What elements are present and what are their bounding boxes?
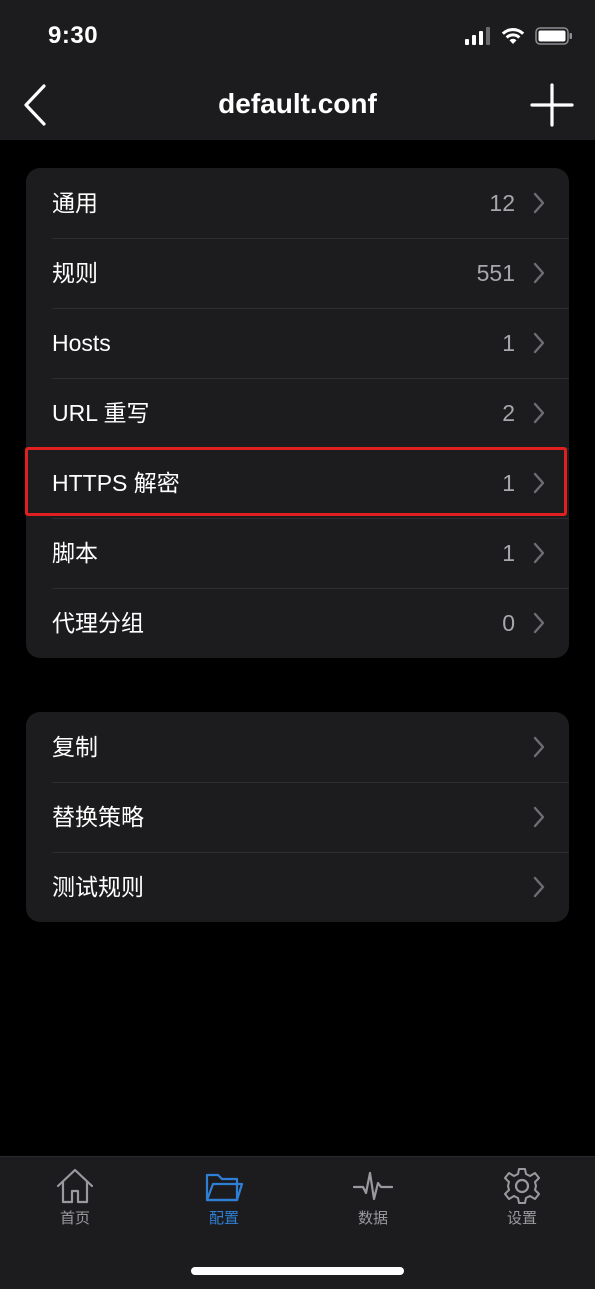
chevron-right-icon — [533, 542, 545, 564]
tab-config[interactable]: 配置 — [174, 1167, 274, 1231]
chevron-right-icon — [533, 192, 545, 214]
tab-data[interactable]: 数据 — [323, 1167, 423, 1231]
tab-label: 设置 — [506, 1210, 537, 1227]
navigation-bar: default.conf — [0, 70, 595, 140]
row-label: Hosts — [52, 330, 111, 356]
status-bar: 9:30 — [0, 0, 595, 70]
row-replace-policy[interactable]: 替换策略 — [26, 782, 569, 852]
chevron-right-icon — [533, 332, 545, 354]
row-proxy-groups[interactable]: 代理分组 0 — [26, 588, 569, 658]
add-button[interactable] — [529, 82, 575, 128]
row-rules[interactable]: 规则 551 — [26, 238, 569, 308]
row-label: HTTPS 解密 — [52, 470, 180, 496]
row-test-rules[interactable]: 测试规则 — [26, 852, 569, 922]
battery-icon — [535, 27, 572, 45]
row-label: 复制 — [52, 734, 98, 760]
chevron-left-icon — [24, 84, 46, 126]
home-icon — [56, 1168, 94, 1204]
chevron-right-icon — [533, 806, 545, 828]
chevron-right-icon — [533, 876, 545, 898]
folder-icon — [205, 1173, 244, 1202]
row-count: 1 — [502, 540, 515, 566]
tab-label: 数据 — [357, 1210, 388, 1227]
row-label: URL 重写 — [52, 400, 150, 426]
plus-icon — [530, 83, 574, 127]
config-sections-group: 通用 12 规则 551 Hosts 1 URL 重写 2 HTTPS 解密 1… — [26, 168, 569, 658]
chevron-right-icon — [533, 402, 545, 424]
row-hosts[interactable]: Hosts 1 — [26, 308, 569, 378]
tab-settings[interactable]: 设置 — [472, 1167, 572, 1231]
row-url-rewrite[interactable]: URL 重写 2 — [26, 378, 569, 448]
row-https-decryption[interactable]: HTTPS 解密 1 — [26, 448, 569, 518]
status-time: 9:30 — [48, 22, 99, 49]
tab-label: 配置 — [208, 1210, 239, 1227]
home-indicator[interactable] — [191, 1267, 404, 1275]
row-label: 替换策略 — [52, 804, 144, 830]
wifi-icon — [501, 28, 525, 44]
cellular-signal-icon — [465, 27, 490, 45]
status-icons — [465, 24, 573, 48]
tab-home[interactable]: 首页 — [25, 1167, 125, 1231]
row-label: 脚本 — [52, 540, 98, 566]
row-count: 1 — [502, 330, 515, 356]
back-button[interactable] — [20, 82, 64, 128]
row-label: 代理分组 — [52, 610, 144, 636]
page-title: default.conf — [218, 88, 377, 119]
row-label: 通用 — [52, 190, 98, 216]
tab-label: 首页 — [59, 1210, 90, 1227]
chevron-right-icon — [533, 612, 545, 634]
activity-icon — [353, 1171, 393, 1201]
row-label: 测试规则 — [52, 874, 144, 900]
chevron-right-icon — [533, 262, 545, 284]
chevron-right-icon — [533, 472, 545, 494]
chevron-right-icon — [533, 736, 545, 758]
row-count: 1 — [502, 470, 515, 496]
gear-icon — [504, 1168, 540, 1204]
row-count: 551 — [476, 260, 515, 286]
config-actions-group: 复制 替换策略 测试规则 — [26, 712, 569, 922]
row-duplicate[interactable]: 复制 — [26, 712, 569, 782]
row-count: 2 — [502, 400, 515, 426]
row-count: 12 — [489, 190, 515, 216]
row-count: 0 — [502, 610, 515, 636]
row-scripts[interactable]: 脚本 1 — [26, 518, 569, 588]
row-label: 规则 — [52, 260, 98, 286]
row-general[interactable]: 通用 12 — [26, 168, 569, 238]
